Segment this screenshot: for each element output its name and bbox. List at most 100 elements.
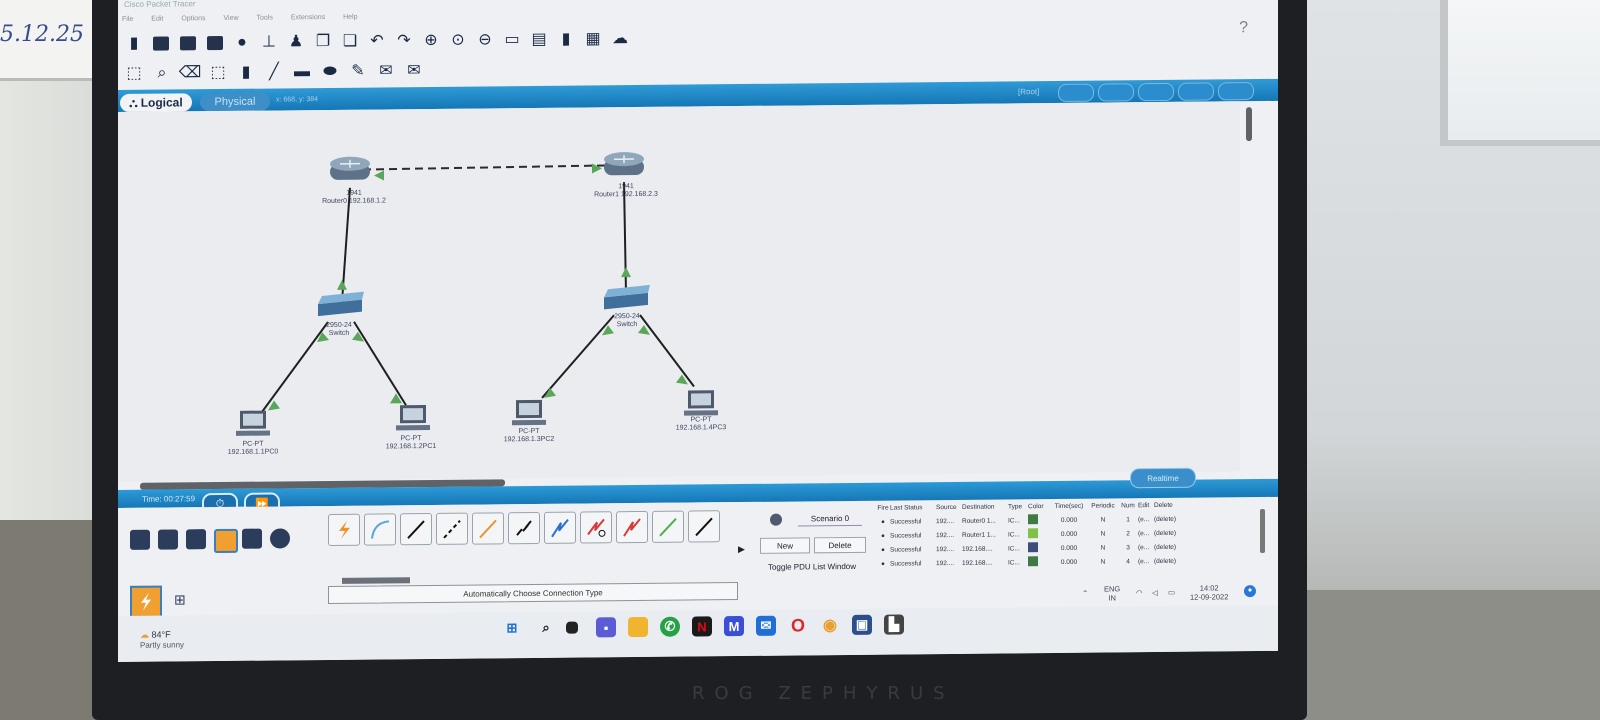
fire-icon[interactable]: ● [876, 518, 890, 525]
search-icon[interactable]: ⌕ [536, 618, 556, 638]
selected-connection-icon[interactable] [130, 585, 162, 618]
browser-icon[interactable]: ◉ [820, 615, 840, 635]
battery-icon[interactable]: ▭ [1168, 588, 1175, 597]
custom-device-icon[interactable]: ♟ [286, 32, 306, 52]
miscellaneous-icon[interactable] [242, 528, 262, 549]
expand-arrow-icon[interactable]: ▶ [738, 544, 745, 555]
console-cable-icon[interactable] [364, 513, 396, 546]
fire-icon[interactable]: ● [876, 546, 890, 553]
packet-tracer-taskbar-icon[interactable]: ▙ [884, 614, 904, 635]
fiber-icon[interactable] [472, 512, 504, 545]
end-devices-icon[interactable] [158, 529, 178, 550]
print-icon[interactable] [205, 33, 225, 53]
realtime-mode-button[interactable]: Realtime [1130, 467, 1196, 489]
freeform-icon[interactable]: ✎ [348, 62, 368, 82]
language-indicator[interactable]: ENG IN [1104, 584, 1120, 602]
switch0-icon[interactable] [318, 291, 364, 317]
menu-file[interactable]: File [122, 16, 133, 28]
octal-cable-icon[interactable] [652, 510, 684, 543]
menu-tools[interactable]: Tools [257, 15, 273, 27]
menu-help[interactable]: Help [343, 14, 357, 26]
device-dialog-icon[interactable]: ▦ [583, 29, 603, 49]
complex-pdu-icon[interactable]: ✉ [404, 61, 424, 81]
draw-line-icon[interactable]: ╱ [264, 62, 284, 82]
router0-icon[interactable] [330, 156, 370, 180]
logical-workspace[interactable]: 1941 Router0 192.168.1.2 1941 Router1 192.… [118, 101, 1240, 482]
menu-extensions[interactable]: Extensions [291, 14, 325, 26]
new-scenario-button[interactable]: New [760, 537, 810, 554]
wifi-icon[interactable]: ◠ [1136, 588, 1143, 597]
copy-icon[interactable]: ❐ [313, 32, 333, 52]
switch1-icon[interactable] [604, 284, 650, 310]
delete-icon[interactable]: ⌫ [179, 63, 202, 83]
copper-straight-through-icon[interactable] [400, 512, 432, 546]
router1-icon[interactable] [604, 152, 644, 176]
netflix-icon[interactable]: N [692, 616, 712, 637]
root-breadcrumb[interactable]: [Root] [1018, 87, 1039, 96]
info-icon[interactable] [770, 513, 782, 526]
redo-icon[interactable]: ↷ [394, 31, 414, 51]
phone-cable-icon[interactable] [508, 511, 540, 545]
link-router0-router1[interactable] [349, 164, 625, 171]
delete-scenario-button[interactable]: Delete [814, 536, 866, 554]
network-info-icon[interactable]: ⊥ [259, 32, 279, 52]
connections-category-icon[interactable] [214, 528, 238, 554]
fire-icon[interactable]: ● [876, 532, 890, 539]
custom-devices-dialog-icon[interactable]: ▤ [529, 30, 549, 50]
help-button[interactable]: ? [1239, 19, 1248, 37]
coaxial-icon[interactable] [544, 511, 576, 544]
components-icon[interactable] [186, 529, 206, 550]
viewport-button[interactable] [1178, 82, 1214, 101]
scenario-select[interactable]: Scenario 0 [798, 510, 862, 527]
pc1-icon[interactable] [396, 405, 430, 431]
undo-icon[interactable]: ↶ [367, 31, 387, 51]
zoom-reset-icon[interactable]: ⊙ [448, 31, 468, 51]
simple-pdu-icon[interactable]: ✉ [376, 61, 396, 81]
whatsapp-icon[interactable]: ✆ [660, 616, 680, 637]
note-icon[interactable]: ▮ [236, 63, 256, 83]
pc0-icon[interactable] [236, 410, 270, 436]
auto-connection-icon[interactable] [328, 513, 360, 546]
editor-app-icon[interactable]: M [724, 615, 744, 637]
task-view-icon[interactable] [566, 621, 578, 634]
select-icon[interactable]: ⬚ [124, 64, 144, 84]
volume-icon[interactable]: ◁ [1152, 588, 1158, 597]
pc2-icon[interactable] [512, 399, 546, 426]
multiuser-icon[interactable] [270, 528, 290, 549]
tab-logical[interactable]: ⛬ Logical [120, 93, 192, 112]
environment-button[interactable] [1218, 82, 1254, 101]
open-folder-icon[interactable] [151, 33, 171, 53]
set-tiled-background-button[interactable] [1138, 82, 1174, 102]
pdu-icon[interactable]: ▮ [556, 30, 576, 50]
serial-dte-icon[interactable] [616, 510, 648, 544]
table-row[interactable]: ● Successful 192.... 192.168.... IC... 0… [876, 553, 1256, 571]
device-grid-icon[interactable]: ⊞ [174, 591, 186, 608]
menu-edit[interactable]: Edit [151, 16, 163, 28]
inspect-icon[interactable]: ⌕ [152, 63, 172, 83]
chat-icon[interactable]: ▪ [596, 617, 616, 638]
toggle-pdu-list-button[interactable]: Toggle PDU List Window [758, 559, 866, 574]
clock[interactable]: 14:02 12-09-2022 [1190, 583, 1228, 601]
zoom-in-icon[interactable]: ⊕ [421, 31, 441, 51]
app-icon[interactable]: ▣ [852, 614, 872, 635]
copper-cross-over-icon[interactable] [436, 512, 468, 545]
drawing-palette-icon[interactable]: ▭ [502, 30, 522, 50]
start-icon[interactable]: ⊞ [502, 618, 522, 638]
tab-physical[interactable]: Physical [200, 92, 270, 112]
move-object-button[interactable] [1098, 83, 1134, 102]
serial-dce-icon[interactable] [580, 511, 612, 544]
notification-icon[interactable]: ● [1244, 585, 1256, 598]
menu-options[interactable]: Options [181, 15, 205, 27]
tray-overflow-icon[interactable]: ⌃ [1082, 589, 1088, 598]
weather-widget[interactable]: ☁ 84°F Partly sunny [140, 629, 184, 649]
connection-list-scrollbar[interactable] [342, 577, 410, 584]
pdu-list-scrollbar[interactable] [1260, 508, 1265, 554]
mail-icon[interactable]: ✉ [756, 615, 776, 636]
draw-ellipse-icon[interactable]: ⬬ [320, 62, 340, 82]
cloud-icon[interactable]: ☁ [610, 29, 630, 49]
new-file-icon[interactable]: ▮ [124, 34, 144, 54]
resize-icon[interactable]: ⬚ [208, 63, 228, 83]
network-devices-icon[interactable] [130, 529, 150, 550]
iot-custom-cable-icon[interactable] [688, 510, 720, 543]
workspace-vertical-scrollbar[interactable] [1246, 107, 1252, 142]
